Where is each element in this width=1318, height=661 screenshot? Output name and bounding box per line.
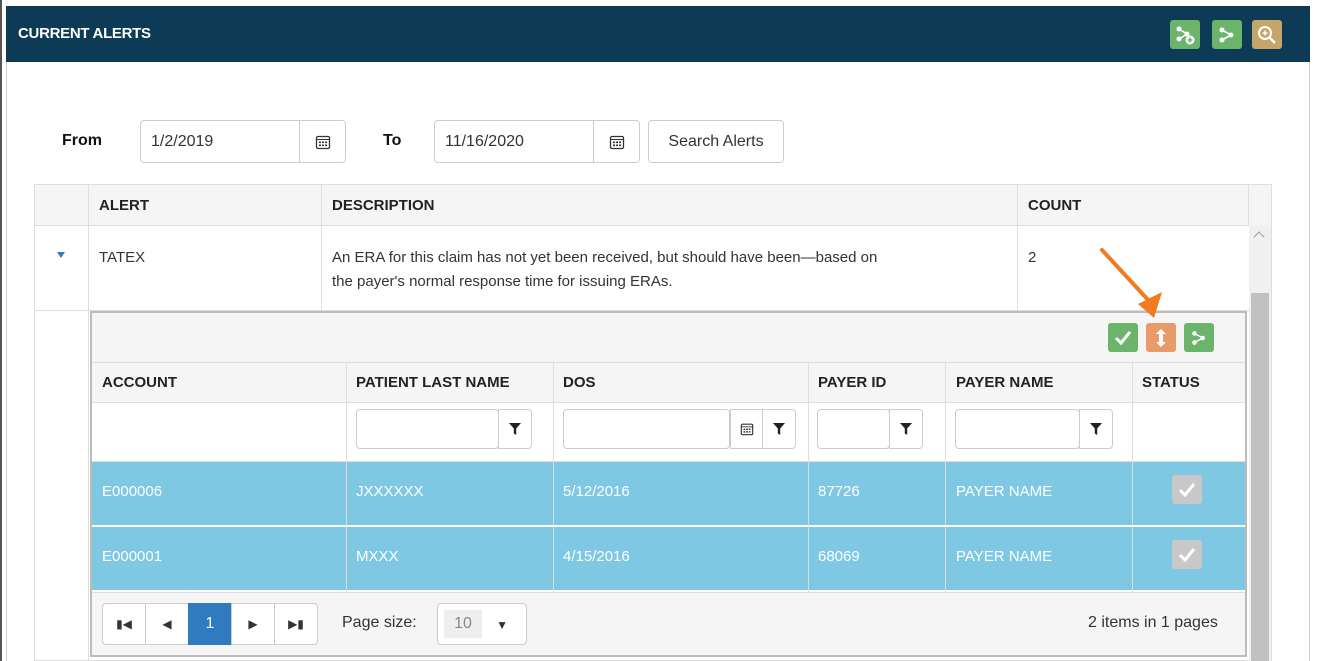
column-divider xyxy=(1248,185,1249,226)
detail-grid: ACCOUNT PATIENT LAST NAME DOS PAYER ID P… xyxy=(90,311,1247,657)
dos-cell: 4/15/2016 xyxy=(563,548,630,565)
add-tree-icon xyxy=(1176,26,1195,44)
tree-icon xyxy=(1192,330,1205,345)
table-row[interactable]: E000001 MXXX 4/15/2016 68069 PAYER NAME xyxy=(92,527,1245,591)
calendar-icon[interactable] xyxy=(593,121,639,162)
panel-header: CURRENT ALERTS xyxy=(6,6,1310,62)
expand-button[interactable] xyxy=(1146,323,1176,352)
zoom-icon xyxy=(1258,25,1276,44)
column-divider xyxy=(346,363,347,592)
status-check-icon[interactable] xyxy=(1172,540,1202,569)
search-alerts-button[interactable]: Search Alerts xyxy=(648,120,784,163)
column-divider xyxy=(553,363,554,592)
expand-icon xyxy=(1156,328,1166,347)
page-size-value: 10 xyxy=(444,610,482,638)
alerts-grid-header: ALERT DESCRIPTION COUNT xyxy=(35,185,1271,226)
calendar-icon[interactable] xyxy=(299,121,345,162)
column-header-dos[interactable]: DOS xyxy=(563,374,596,391)
filter-icon xyxy=(1090,423,1102,435)
column-header-payer-id[interactable]: PAYER ID xyxy=(818,374,886,391)
patient-last-name-filter-input[interactable] xyxy=(356,409,499,449)
alert-row[interactable]: TATEX An ERA for this claim has not yet … xyxy=(35,226,1249,311)
last-page-icon[interactable]: ▶▮ xyxy=(274,603,318,645)
to-date-field[interactable]: 11/16/2020 xyxy=(434,120,640,163)
next-page-icon[interactable]: ▶ xyxy=(231,603,275,645)
expand-toggle-icon[interactable] xyxy=(57,252,65,258)
add-tree-button[interactable] xyxy=(1170,20,1200,49)
chevron-down-icon: ▼ xyxy=(496,618,508,632)
dos-filter-button[interactable] xyxy=(762,409,796,449)
column-divider xyxy=(945,363,946,592)
filter-icon xyxy=(509,423,521,435)
filter-icon xyxy=(900,423,912,435)
account-cell: E000006 xyxy=(102,483,163,500)
alert-code: TATEX xyxy=(99,249,146,266)
panel-title: CURRENT ALERTS xyxy=(18,25,151,42)
payer-name-filter-input[interactable] xyxy=(955,409,1080,449)
alert-count: 2 xyxy=(1028,249,1037,266)
page-size-select[interactable]: 10 ▼ xyxy=(437,603,527,645)
column-header-count[interactable]: COUNT xyxy=(1028,197,1081,214)
detail-grid-header: ACCOUNT PATIENT LAST NAME DOS PAYER ID P… xyxy=(92,363,1245,403)
column-divider xyxy=(1132,363,1133,592)
check-icon xyxy=(1114,330,1132,345)
column-header-status[interactable]: STATUS xyxy=(1142,374,1200,391)
payer-name-cell: PAYER NAME xyxy=(956,548,1053,565)
payer-id-filter-button[interactable] xyxy=(889,409,923,449)
from-date-value: 1/2/2019 xyxy=(151,133,214,150)
from-label: From xyxy=(62,132,102,149)
scrollbar-thumb[interactable] xyxy=(1251,293,1269,661)
status-check-icon[interactable] xyxy=(1172,475,1202,504)
tree-icon xyxy=(1219,27,1234,42)
dos-filter-input[interactable] xyxy=(563,409,730,449)
payer-name-cell: PAYER NAME xyxy=(956,483,1053,500)
from-date-field[interactable]: 1/2/2019 xyxy=(140,120,346,163)
annotation-arrow-icon xyxy=(1100,248,1162,318)
patient-last-name-filter-button[interactable] xyxy=(498,409,532,449)
tree-button[interactable] xyxy=(1184,323,1214,352)
filter-row xyxy=(92,403,1245,462)
alert-description-line2: the payer's normal response time for iss… xyxy=(332,273,673,290)
first-page-icon[interactable]: ▮◀ xyxy=(102,603,146,645)
vertical-scrollbar[interactable] xyxy=(1249,225,1271,661)
pager: ▮◀ ◀ 1 ▶ ▶▮ Page size: 10 ▼ 2 items in 1… xyxy=(92,592,1245,655)
alert-description-line1: An ERA for this claim has not yet been r… xyxy=(332,249,878,266)
tree-button[interactable] xyxy=(1212,20,1242,49)
page-1-button[interactable]: 1 xyxy=(188,603,232,645)
column-header-payer-name[interactable]: PAYER NAME xyxy=(956,374,1054,391)
to-label: To xyxy=(383,132,402,149)
payer-name-filter-button[interactable] xyxy=(1079,409,1113,449)
patient-last-name-cell: JXXXXXX xyxy=(356,483,424,500)
calendar-icon[interactable] xyxy=(730,409,762,449)
column-header-account[interactable]: ACCOUNT xyxy=(102,374,177,391)
pager-summary: 2 items in 1 pages xyxy=(1088,614,1218,631)
detail-toolbar xyxy=(92,313,1245,363)
payer-id-cell: 68069 xyxy=(818,548,860,565)
previous-page-icon[interactable]: ◀ xyxy=(145,603,189,645)
filter-icon xyxy=(773,423,785,435)
payer-id-cell: 87726 xyxy=(818,483,860,500)
to-date-value: 11/16/2020 xyxy=(445,133,524,150)
page-size-label: Page size: xyxy=(342,614,417,631)
column-header-description[interactable]: DESCRIPTION xyxy=(332,197,435,214)
column-divider xyxy=(808,363,809,592)
table-row[interactable]: E000006 JXXXXXX 5/12/2016 87726 PAYER NA… xyxy=(92,462,1245,526)
payer-id-filter-input[interactable] xyxy=(817,409,890,449)
account-cell: E000001 xyxy=(102,548,163,565)
column-header-patient-last-name[interactable]: PATIENT LAST NAME xyxy=(356,374,510,391)
dos-cell: 5/12/2016 xyxy=(563,483,630,500)
column-header-alert[interactable]: ALERT xyxy=(99,197,149,214)
patient-last-name-cell: MXXX xyxy=(356,548,399,565)
scroll-up-icon[interactable] xyxy=(1253,231,1265,243)
check-button[interactable] xyxy=(1108,323,1138,352)
zoom-button[interactable] xyxy=(1252,20,1282,49)
